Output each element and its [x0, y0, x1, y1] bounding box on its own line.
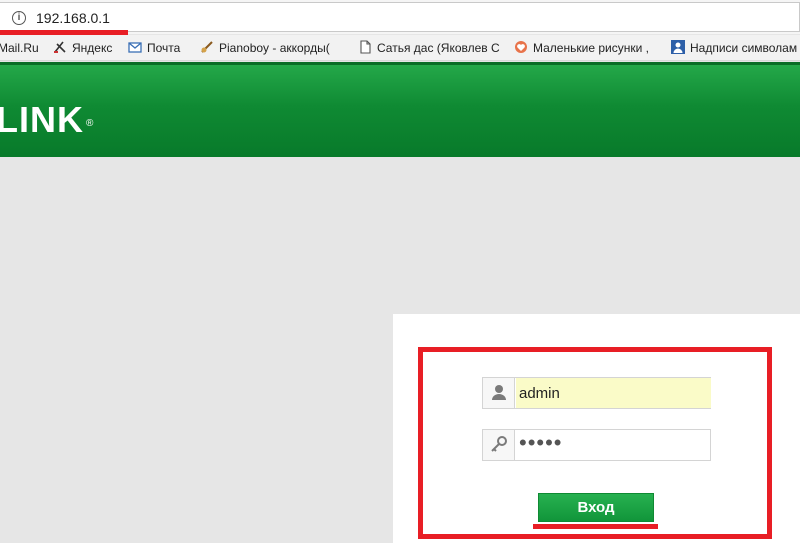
browser-toolbar: i 192.168.0.1 [0, 0, 800, 35]
password-input[interactable] [519, 428, 709, 458]
yandex-icon [54, 41, 66, 53]
bookmark-label: Сатья дас (Яковлев С [377, 41, 500, 55]
bookmark-label: Маленькие рисунки , [533, 41, 649, 55]
person-icon [671, 40, 685, 54]
bookmarks-bar: Mail.Ru Яндекс Почта Pianoboy - аккорды(… [0, 35, 800, 61]
page-icon [360, 40, 371, 54]
username-icon-cell [483, 378, 515, 408]
registered-mark: ® [86, 118, 95, 129]
password-field[interactable] [482, 428, 711, 461]
address-bar[interactable]: i 192.168.0.1 [0, 2, 800, 32]
bookmark-label: Яндекс [72, 41, 113, 55]
bookmark-yandex[interactable]: Яндекс [53, 39, 112, 57]
bookmark-label: Надписи символам [690, 41, 798, 55]
red-underline-annotation [533, 524, 658, 529]
heart-icon [515, 41, 527, 53]
bookmark-satya-das[interactable]: Сатья дас (Яковлев С [358, 39, 500, 57]
bookmark-label: Почта [147, 41, 181, 55]
login-button[interactable]: Вход [538, 493, 654, 522]
username-input[interactable] [519, 378, 709, 408]
router-header: LINK ® [0, 62, 800, 157]
tplink-logo: LINK ® [0, 102, 94, 138]
bookmark-nadpisi[interactable]: Надписи символам [671, 39, 797, 57]
key-icon [491, 436, 507, 452]
bookmark-pochta[interactable]: Почта [128, 39, 180, 57]
bookmark-malenkie-risunki[interactable]: Маленькие рисунки , [514, 39, 649, 57]
bookmark-label: Pianoboy - аккорды( [219, 41, 330, 55]
logo-text: LINK [0, 99, 84, 140]
username-field[interactable] [482, 377, 711, 409]
bookmark-mailru[interactable]: Mail.Ru [0, 39, 39, 57]
user-icon [492, 385, 506, 400]
bookmark-label: Mail.Ru [0, 41, 39, 55]
address-url[interactable]: 192.168.0.1 [36, 10, 110, 26]
bookmark-pianoboy[interactable]: Pianoboy - аккорды( [200, 39, 330, 57]
password-icon-cell [483, 430, 515, 460]
info-icon[interactable]: i [12, 11, 26, 25]
guitar-icon [201, 41, 213, 53]
mail-icon [128, 42, 142, 53]
